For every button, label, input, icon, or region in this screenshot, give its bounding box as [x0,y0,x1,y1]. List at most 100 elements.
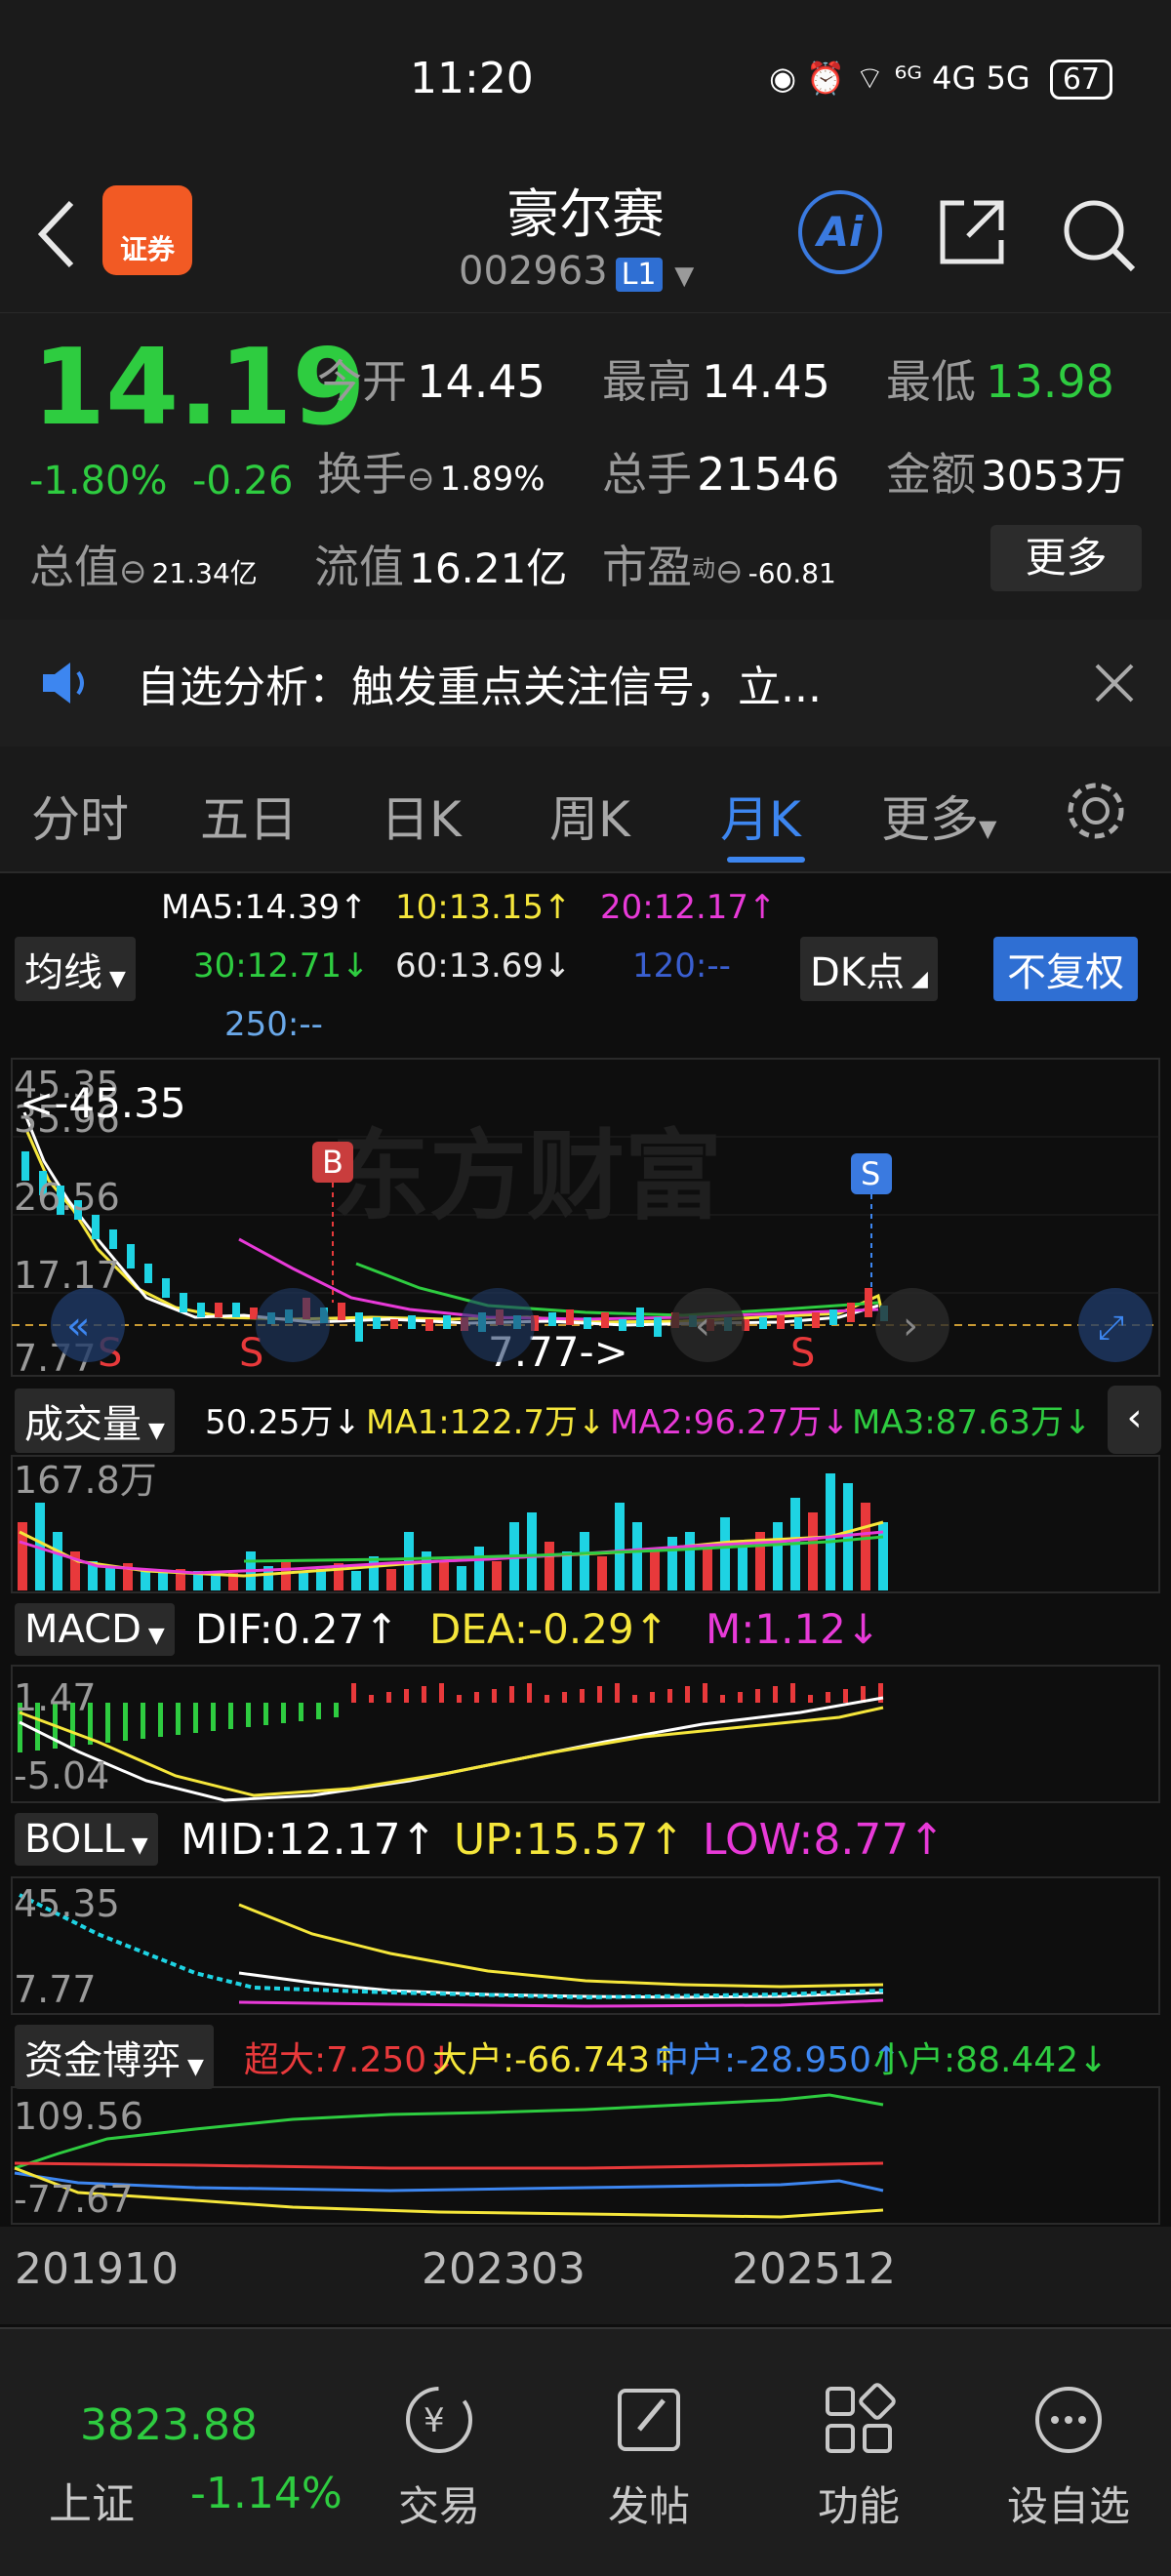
close-icon[interactable] [1093,662,1136,704]
macd-bar [755,1689,760,1703]
post-icon[interactable] [610,2381,688,2459]
kline-max-label: <-45.35 [20,1079,186,1127]
volume-chart: 167.8万 [11,1455,1160,1593]
tab-monthly-k[interactable]: 月K [720,781,801,851]
watermark: 东方财富 [332,1119,722,1233]
tab-five-day[interactable]: 五日 [200,781,298,851]
svg-text:B: B [322,1144,343,1181]
ma5-value: MA5:14.39↑ [161,888,368,927]
macd-bar [369,1695,374,1703]
ma-dropdown[interactable]: 均线 ▼ [15,937,136,1001]
volume-bar [105,1566,115,1590]
volume-bar [158,1573,168,1590]
svg-text:›: › [903,1304,918,1348]
float-field: 流值 16.21亿 [314,541,568,593]
index-change[interactable]: -1.14% [190,2469,343,2518]
search-icon[interactable] [1059,195,1137,273]
amount-field: 金额 3053万 [886,448,1126,501]
level-badge: L1 [615,258,663,292]
volume-bar [861,1503,870,1590]
index-value[interactable]: 3823.88 [80,2400,258,2450]
status-icons: ◉ ⏰ ⌔ ⁶ᴳ 4G 5G 67 [769,59,1112,100]
nav-functions[interactable]: 功能 [781,2474,937,2533]
info-icon: ⊖ [119,552,147,591]
macd-bar [158,1703,163,1737]
ma60-value: 60:13.69↓ [395,946,572,986]
fund-small: 小户:88.442↓ [873,2040,1109,2080]
fund-super: 超大:7.250↓ [244,2040,457,2080]
collapse-panel-icon[interactable]: ‹ [1108,1386,1161,1454]
boll-ytick-bottom: 7.77 [14,1968,97,2011]
kline-ytick-4: 17.17 [14,1254,120,1297]
boll-dropdown[interactable]: BOLL ▼ [15,1813,158,1866]
kline-chart[interactable]: 东方财富 45.35 35.96 26.56 17.17 7.77 <-45.3… [0,1054,1171,1381]
macd-bar [826,1692,830,1703]
macd-bar [738,1692,743,1703]
eye-icon: ◉ [769,60,797,97]
notice-text[interactable]: 自选分析：触发重点关注信号，立... [137,652,822,714]
volume-bar [527,1512,537,1590]
volume-dropdown[interactable]: 成交量 ▼ [15,1389,175,1453]
macd-bar [580,1689,585,1703]
add-watchlist-icon[interactable] [1030,2381,1108,2459]
svg-text:S: S [861,1155,880,1192]
volume-bar [492,1561,502,1590]
volume-bar [738,1542,747,1590]
svg-text:‹: ‹ [695,1304,710,1348]
nav-post[interactable]: 发帖 [571,2474,727,2533]
macd-bar [386,1692,391,1703]
macd-dropdown[interactable]: MACD ▼ [15,1603,175,1656]
adjust-mode-button[interactable]: 不复权 [993,937,1138,1001]
macd-bar [439,1683,444,1703]
active-tab-indicator [727,857,805,863]
macd-bar [492,1689,497,1703]
tab-daily-k[interactable]: 日K [381,781,462,851]
x-tick-start: 201910 [15,2244,179,2294]
macd-bar [105,1703,110,1743]
functions-icon[interactable] [820,2381,898,2459]
volume-bar [53,1532,62,1590]
x-tick-mid: 202303 [422,2244,586,2294]
share-icon[interactable] [935,195,1009,269]
speaker-icon [43,663,84,704]
settings-gear-icon[interactable] [1064,779,1128,843]
ma30-value: 30:12.71↓ [193,946,370,986]
nav-add-watchlist[interactable]: 设自选 [990,2474,1147,2533]
pe-field[interactable]: 市盈动⊖ -60.81 [602,532,836,596]
macd-bar [457,1695,462,1703]
status-time: 11:20 [410,54,534,103]
volume-value: 50.25万↓ [205,1403,361,1442]
tab-weekly-k[interactable]: 周K [549,781,630,851]
more-quote-button[interactable]: 更多 [990,525,1142,591]
ma20-value: 20:12.17↑ [600,888,777,927]
macd-bar [720,1695,725,1703]
price-change: -1.80% -0.26 [29,459,293,503]
stock-code[interactable]: 002963 L1 ▼ [459,249,694,294]
turnover-field[interactable]: 换手⊖ 1.89% [317,439,545,503]
macd-bar [703,1683,707,1703]
macd-m: M:1.12↓ [706,1605,881,1653]
tab-minute[interactable]: 分时 [31,781,129,851]
last-price: 14.19 [32,327,366,449]
volume-bar [351,1571,361,1590]
low-field: 最低 13.98 [886,355,1114,408]
nav-trade[interactable]: 交易 [361,2474,517,2533]
macd-bar [334,1703,339,1717]
macd-bar [316,1703,321,1719]
fund-flow-dropdown[interactable]: 资金博弈 ▼ [15,2025,214,2089]
mktcap-field[interactable]: 总值⊖ 21.34亿 [29,532,258,596]
macd-bar [632,1695,637,1703]
macd-chart: 1.47 -5.04 [11,1665,1160,1803]
index-name[interactable]: 上证 [49,2469,135,2531]
macd-bar [422,1686,426,1703]
macd-bar [193,1703,198,1733]
kline-ytick-3: 26.56 [14,1176,120,1219]
volume-bar [650,1551,660,1590]
dk-point-dropdown[interactable]: DK点 ◢ [800,937,938,1001]
trade-icon[interactable]: ¥ [400,2381,478,2459]
macd-bar [246,1703,251,1727]
ai-assistant-button[interactable]: Ai [798,190,882,274]
volume-field: 总手 21546 [602,448,840,501]
tab-more[interactable]: 更多▼ [881,781,996,851]
chevron-down-icon: ▼ [674,262,695,291]
